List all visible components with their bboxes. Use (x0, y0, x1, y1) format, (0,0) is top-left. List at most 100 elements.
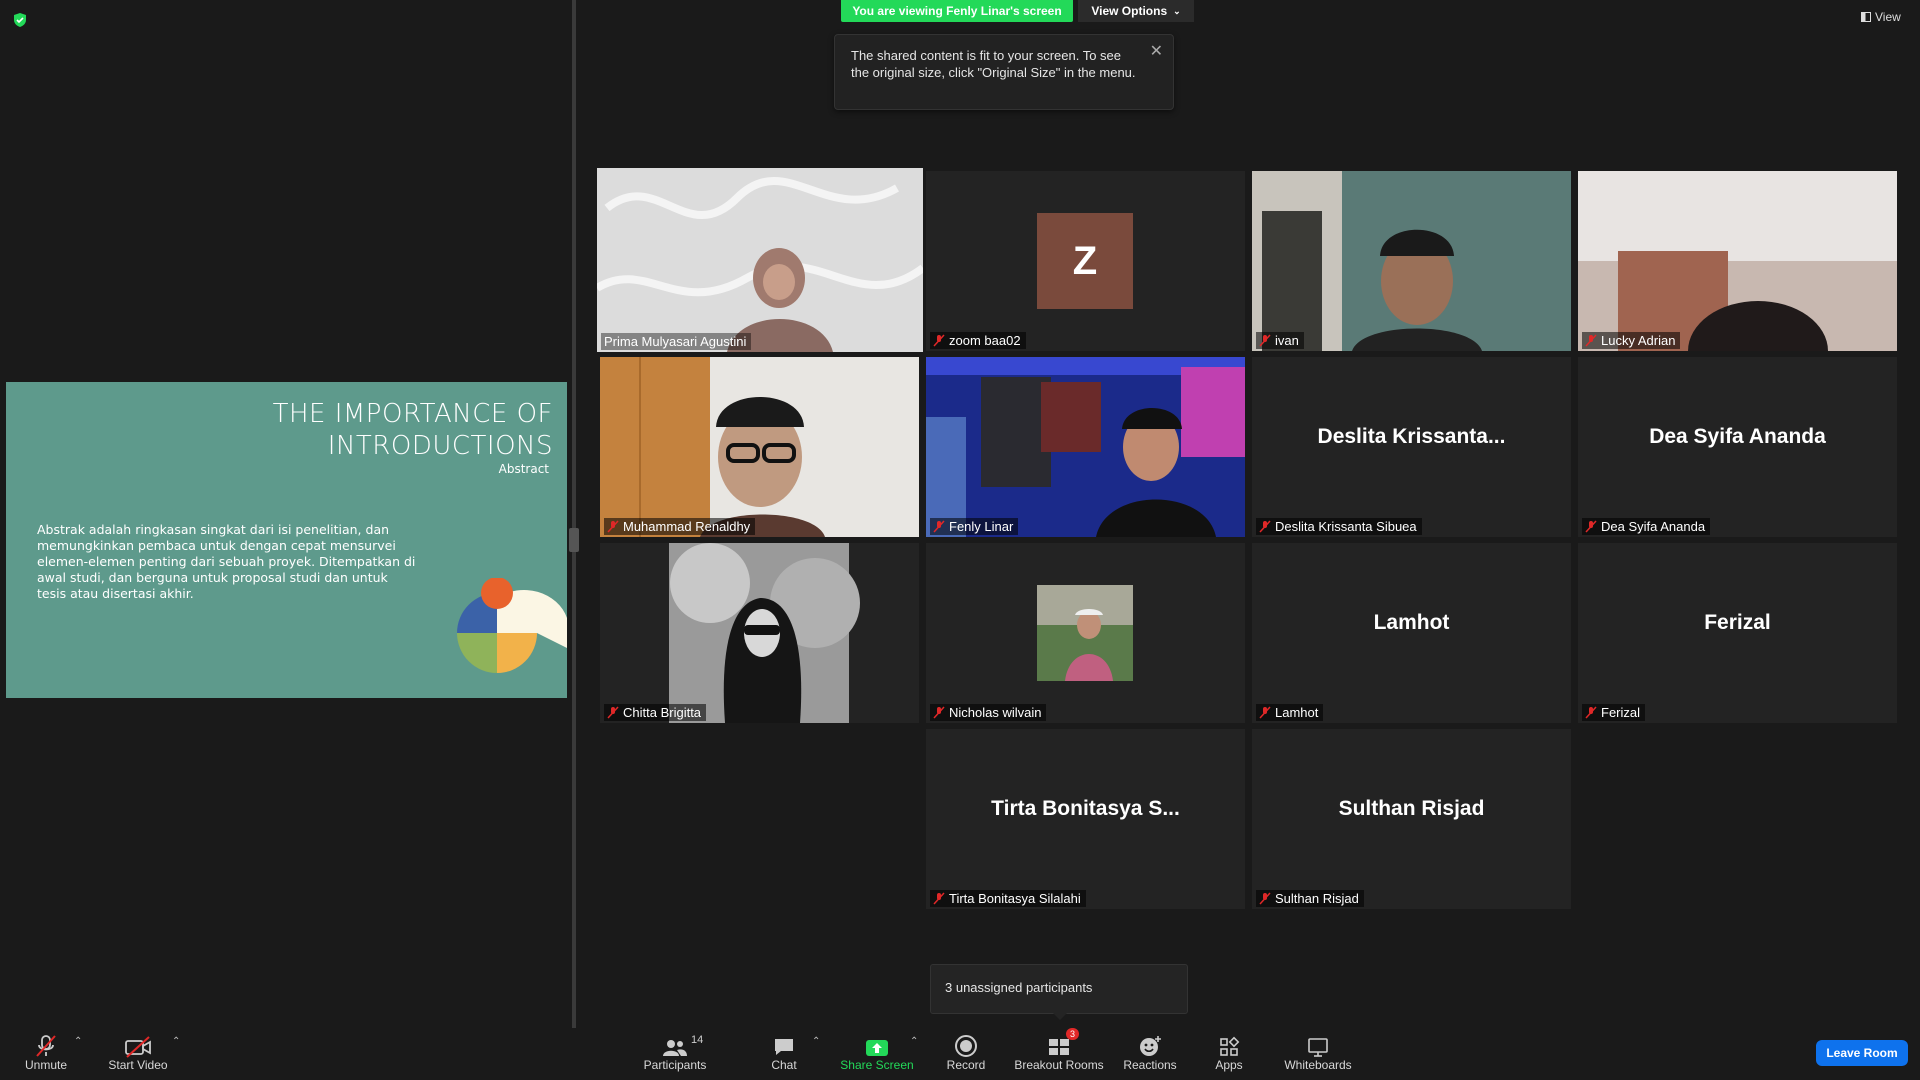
participant-name-label: zoom baa02 (930, 332, 1026, 349)
participant-name: zoom baa02 (949, 333, 1021, 348)
muted-mic-icon (933, 892, 945, 905)
viewing-screen-banner: You are viewing Fenly Linar's screen (841, 0, 1073, 22)
participant-tile[interactable]: Deslita Krissanta... Deslita Krissanta S… (1252, 357, 1571, 537)
whiteboards-label: Whiteboards (1284, 1058, 1352, 1072)
pane-divider[interactable] (572, 0, 576, 1028)
breakout-rooms-label: Breakout Rooms (1014, 1058, 1104, 1072)
muted-mic-icon (607, 520, 619, 533)
participants-icon (663, 1040, 687, 1056)
participant-name-label: Dea Syifa Ananda (1582, 518, 1711, 535)
participant-name: Lucky Adrian (1601, 333, 1676, 348)
unmute-label: Unmute (24, 1058, 68, 1072)
participant-name: Ferizal (1601, 705, 1641, 720)
participant-tile[interactable]: Z zoom baa02 (926, 171, 1245, 351)
tooltip-text: The shared content is fit to your screen… (851, 48, 1136, 80)
participant-display-name: Deslita Krissanta... (1317, 425, 1506, 448)
view-options-button[interactable]: View Options ⌄ (1078, 0, 1194, 22)
participant-display-name: Tirta Bonitasya S... (991, 797, 1180, 820)
participant-tile[interactable]: Muhammad Renaldhy (600, 357, 919, 537)
participant-name-label: Fenly Linar (930, 518, 1019, 535)
participant-tile[interactable]: Lamhot Lamhot (1252, 543, 1571, 723)
participant-tile[interactable]: Fenly Linar (926, 357, 1245, 537)
unassigned-participants-popup[interactable]: 3 unassigned participants (930, 964, 1188, 1014)
participant-name: Muhammad Renaldhy (623, 519, 751, 534)
participant-display-name: Ferizal (1704, 611, 1771, 634)
participant-tile[interactable]: Lucky Adrian (1578, 171, 1897, 351)
chat-options-caret[interactable]: ⌃ (812, 1036, 820, 1047)
participant-video (597, 168, 923, 352)
participant-tile[interactable]: ivan (1252, 171, 1571, 351)
participants-count: 14 (691, 1034, 704, 1046)
video-options-caret[interactable]: ⌃ (172, 1036, 180, 1047)
breakout-rooms-button[interactable]: 3 Breakout Rooms (1012, 1028, 1106, 1072)
record-button[interactable]: Record (942, 1032, 990, 1072)
share-options-caret[interactable]: ⌃ (910, 1036, 918, 1047)
reactions-button[interactable]: Reactions (1123, 1032, 1177, 1072)
participant-name: Fenly Linar (949, 519, 1014, 534)
participant-video (600, 357, 919, 537)
muted-mic-icon (1585, 706, 1597, 719)
shield-icon[interactable] (12, 12, 28, 28)
grid-view-icon (1861, 12, 1871, 22)
participant-tile[interactable]: Tirta Bonitasya S... Tirta Bonitasya Sil… (926, 729, 1245, 909)
chat-button[interactable]: Chat (764, 1032, 804, 1072)
whiteboards-button[interactable]: Whiteboards (1282, 1032, 1354, 1072)
apps-label: Apps (1215, 1058, 1243, 1072)
participant-name-label: Sulthan Risjad (1256, 890, 1364, 907)
participant-name: Deslita Krissanta Sibuea (1275, 519, 1417, 534)
muted-mic-icon (933, 706, 945, 719)
muted-mic-icon (1585, 520, 1597, 533)
participant-tile[interactable]: Chitta Brigitta (600, 543, 919, 723)
slide-title: THE IMPORTANCE OF INTRODUCTIONS (273, 398, 553, 462)
muted-mic-icon (1259, 334, 1271, 347)
view-options-label: View Options (1091, 4, 1168, 18)
close-icon[interactable]: ✕ (1150, 41, 1163, 61)
breakout-rooms-icon (1049, 1039, 1069, 1055)
participant-display-name: Dea Syifa Ananda (1649, 425, 1826, 448)
participant-name: Sulthan Risjad (1275, 891, 1359, 906)
share-screen-button[interactable]: Share Screen (838, 1032, 916, 1072)
whiteboard-icon (1308, 1038, 1328, 1057)
participant-video (1252, 171, 1571, 351)
apps-icon (1220, 1036, 1240, 1056)
record-icon (955, 1035, 977, 1057)
participant-display-name: Lamhot (1373, 611, 1450, 634)
muted-mic-icon (1259, 520, 1271, 533)
participant-name: ivan (1275, 333, 1299, 348)
participant-tile[interactable]: Ferizal Ferizal (1578, 543, 1897, 723)
participant-avatar-photo (1037, 585, 1133, 681)
view-label: View (1875, 10, 1901, 24)
chat-icon (775, 1039, 793, 1055)
participant-name: Tirta Bonitasya Silalahi (949, 891, 1081, 906)
view-button[interactable]: View (1861, 10, 1901, 24)
unmute-button[interactable]: Unmute (18, 1032, 74, 1072)
start-video-label: Start Video (108, 1058, 168, 1072)
popup-pointer (1052, 1012, 1068, 1020)
participant-video (1578, 171, 1897, 351)
leave-room-button[interactable]: Leave Room (1816, 1040, 1908, 1066)
muted-mic-icon (1259, 892, 1271, 905)
apps-button[interactable]: Apps (1210, 1032, 1248, 1072)
fit-screen-tooltip: The shared content is fit to your screen… (834, 34, 1174, 110)
participant-name: Lamhot (1275, 705, 1319, 720)
slide-decoration-art (457, 578, 567, 673)
participant-tile[interactable]: Prima Mulyasari Agustini (597, 168, 923, 352)
participant-name-label: Lucky Adrian (1582, 332, 1681, 349)
participant-tile[interactable]: Sulthan Risjad Sulthan Risjad (1252, 729, 1571, 909)
participant-name-label: ivan (1256, 332, 1304, 349)
audio-options-caret[interactable]: ⌃ (74, 1036, 82, 1047)
participant-name-label: Chitta Brigitta (604, 704, 707, 721)
participant-name-label: Tirta Bonitasya Silalahi (930, 890, 1086, 907)
participants-label: Participants (643, 1058, 707, 1072)
muted-mic-icon (933, 334, 945, 347)
participant-tile[interactable]: Dea Syifa Ananda Dea Syifa Ananda (1578, 357, 1897, 537)
participant-tile[interactable]: Nicholas wilvain (926, 543, 1245, 723)
muted-mic-icon (1259, 706, 1271, 719)
participant-name-label: Ferizal (1582, 704, 1646, 721)
pane-resize-handle[interactable] (569, 528, 579, 552)
reactions-label: Reactions (1123, 1058, 1177, 1072)
participant-avatar: Z (1037, 213, 1133, 309)
start-video-button[interactable]: Start Video (104, 1032, 172, 1072)
participant-name-label: Deslita Krissanta Sibuea (1256, 518, 1422, 535)
participants-button[interactable]: 14 Participants (640, 1032, 710, 1072)
